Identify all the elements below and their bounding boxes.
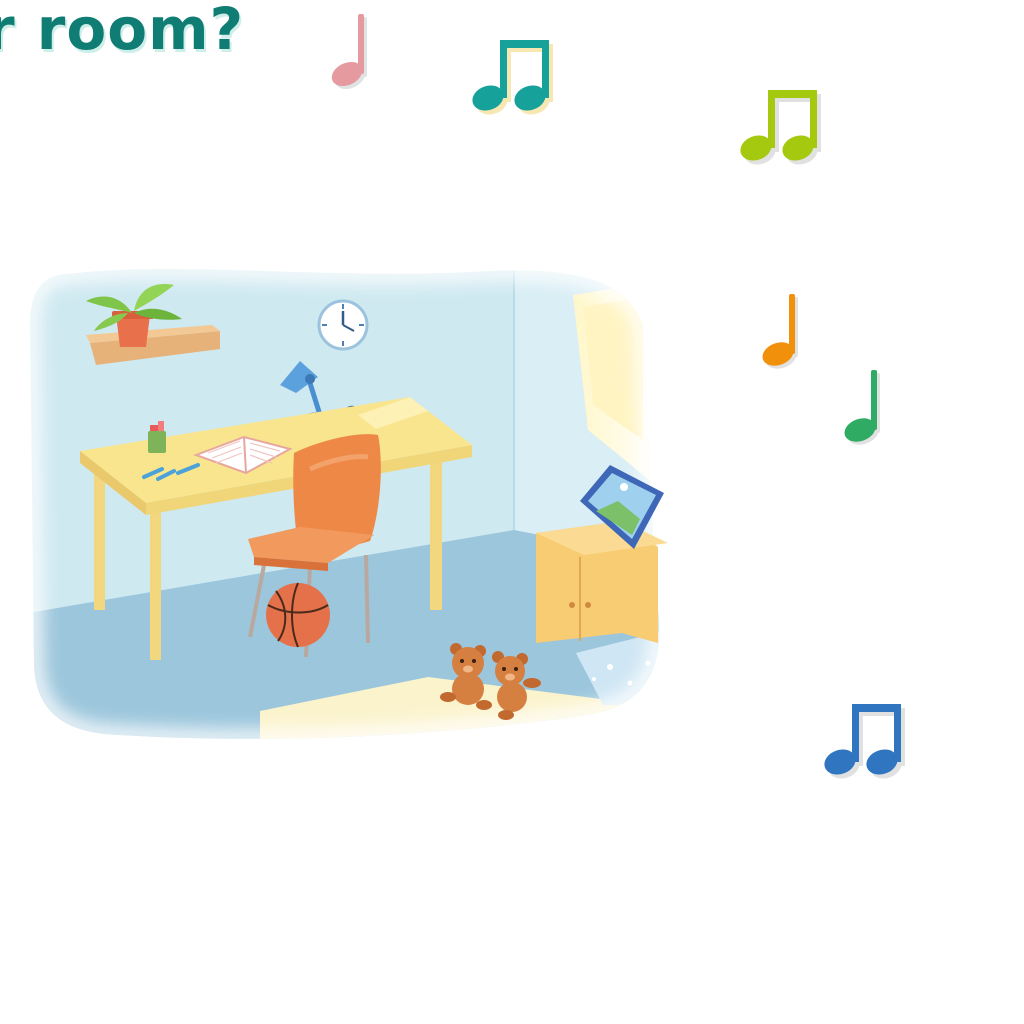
basketball <box>266 582 330 648</box>
cabinet <box>536 521 668 643</box>
eighth-notes-icon <box>740 90 821 165</box>
pen-cup <box>148 421 166 453</box>
bedroom-illustration <box>28 265 668 743</box>
eighth-notes-icon <box>472 40 553 115</box>
quarter-note-icon <box>844 370 880 445</box>
page-title: r room? <box>0 0 245 63</box>
eighth-notes-icon <box>824 704 905 779</box>
quarter-note-icon <box>331 14 367 90</box>
quarter-note-icon <box>762 294 798 369</box>
wall-clock <box>317 299 369 351</box>
